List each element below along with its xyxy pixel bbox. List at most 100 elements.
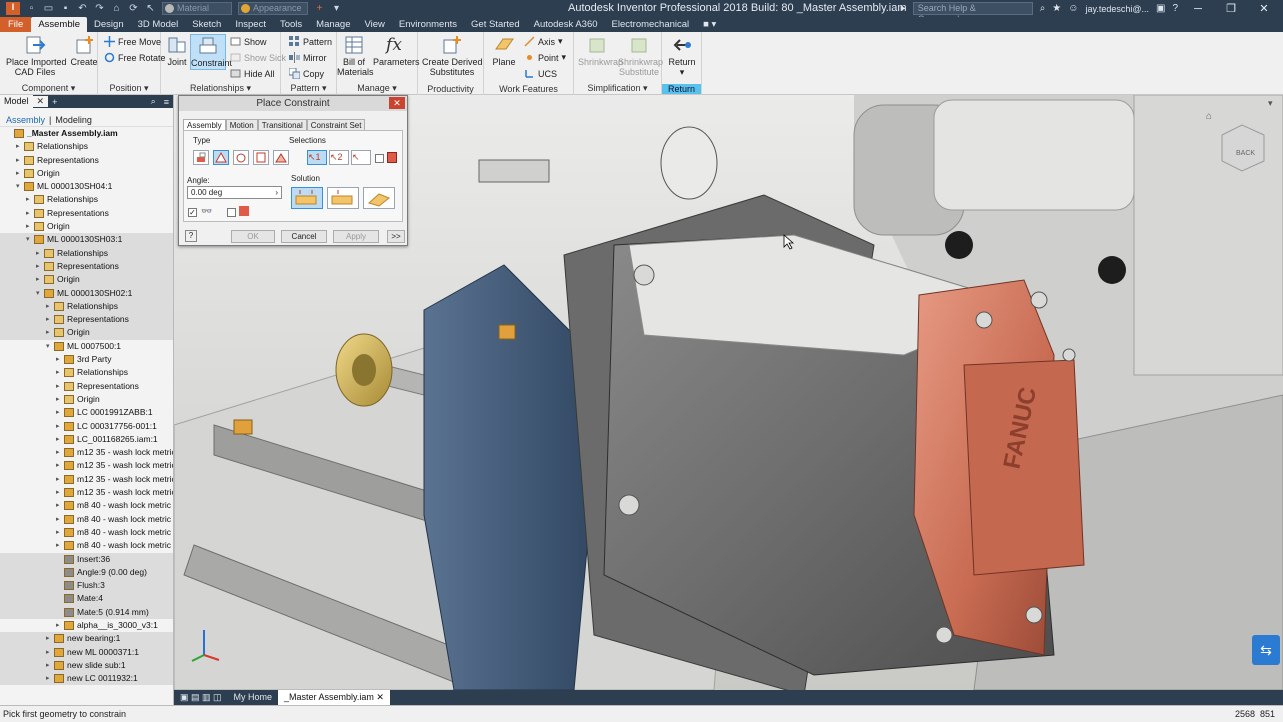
tab-tools[interactable]: Tools <box>273 17 309 32</box>
browser-node[interactable]: ▸ m12 35 - wash lock metric m1 <box>0 459 173 472</box>
bill-of-materials-button[interactable]: Bill of Materials <box>337 34 374 77</box>
expand-icon[interactable]: ▸ <box>56 539 63 552</box>
shrinkwrap-substitute-button[interactable]: Shrinkwrap Substitute <box>618 34 663 77</box>
expand-icon[interactable]: ▸ <box>46 632 53 645</box>
tab-electromechanical[interactable]: Electromechanical <box>605 17 697 32</box>
constraint-button[interactable]: Constraint <box>190 34 232 70</box>
free-move-button[interactable]: Free Move <box>104 36 161 47</box>
apply-button[interactable]: Apply <box>333 230 379 243</box>
browser-node[interactable]: Angle:9 (0.00 deg) <box>0 565 173 580</box>
cancel-button[interactable]: Cancel <box>281 230 327 243</box>
undo-icon[interactable]: ↶ <box>77 3 88 14</box>
preview-checkbox[interactable]: ✓ <box>188 208 197 217</box>
plane-button[interactable]: Plane <box>488 34 520 67</box>
expand-icon[interactable]: ▸ <box>56 459 63 472</box>
expand-icon[interactable]: ▸ <box>56 513 63 526</box>
predict-offset-checkbox[interactable] <box>227 208 236 217</box>
browser-subtab-assembly[interactable]: Assembly <box>6 115 45 125</box>
browser-tab-model[interactable]: Model <box>0 95 33 108</box>
tab-view[interactable]: View <box>358 17 392 32</box>
parameters-button[interactable]: fx Parameters <box>373 34 420 67</box>
expand-icon[interactable]: ▸ <box>36 260 43 273</box>
browser-node[interactable]: ▸ new bearing:1 <box>0 632 173 646</box>
solution-undirected-button[interactable] <box>327 187 359 209</box>
minimize-icon[interactable]: ─ <box>1185 3 1211 15</box>
solution-explicit-button[interactable] <box>363 187 395 209</box>
restore-icon[interactable]: ❐ <box>1218 2 1244 15</box>
collapse-icon[interactable]: ▾ <box>36 287 43 300</box>
dialog-close-icon[interactable]: ✕ <box>389 97 405 109</box>
nav-bar-button[interactable]: ⇆ <box>1252 635 1280 665</box>
user-icon[interactable]: ☺ <box>1068 3 1078 14</box>
expand-icon[interactable]: ▸ <box>56 380 63 393</box>
browser-node[interactable]: ▸ alpha__is_3000_v3:1 <box>0 619 173 632</box>
work-features-panel-label[interactable]: Work Features <box>484 84 573 94</box>
create-button[interactable]: Create <box>70 34 98 67</box>
browser-node[interactable]: ▸ Representations <box>0 313 173 327</box>
pick-part-first-checkbox[interactable] <box>375 154 384 163</box>
browser-node[interactable]: Flush:3 <box>0 579 173 593</box>
browser-node[interactable]: ▸ Representations <box>0 207 173 220</box>
tab-sketch[interactable]: Sketch <box>185 17 228 32</box>
browser-node[interactable]: ▸ Relationships <box>0 193 173 206</box>
browser-node[interactable]: ▸ m12 35 - wash lock metric m1 <box>0 446 173 459</box>
help-search-input[interactable]: Search Help & Commands... <box>912 2 1033 24</box>
browser-node[interactable]: ▸ new ML 0000371:1 <box>0 645 173 659</box>
expand-icon[interactable]: ▸ <box>56 393 63 406</box>
browser-node[interactable]: ▸ m12 35 - wash lock metric m1 <box>0 486 173 499</box>
expand-icon[interactable]: ▸ <box>56 619 63 632</box>
shrinkwrap-button[interactable]: Shrinkwrap <box>578 34 623 67</box>
browser-node[interactable]: ▸ m8 40 - wash lock metric m8 <box>0 526 173 539</box>
expand-icon[interactable]: ▸ <box>46 326 53 339</box>
doc-tab-master-assembly[interactable]: _Master Assembly.iam ✕ <box>278 690 390 705</box>
tab-get-started[interactable]: Get Started <box>464 17 527 32</box>
expand-icon[interactable]: ▸ <box>46 659 53 672</box>
browser-node[interactable]: ▸ Origin <box>0 220 173 233</box>
app-menu-icon[interactable]: I <box>6 2 20 15</box>
browser-search-icon[interactable]: ⌕ <box>147 96 160 107</box>
browser-node[interactable]: ▾ ML 0000130SH02:1 <box>0 286 173 300</box>
select-icon[interactable]: ↖ <box>145 3 156 14</box>
viewcube-home-icon[interactable]: ⌂ <box>1206 111 1212 122</box>
tab-environments[interactable]: Environments <box>392 17 464 32</box>
browser-node[interactable]: ▸ Origin <box>0 326 173 340</box>
browser-node[interactable]: ▸ Relationships <box>0 366 173 379</box>
mirror-button[interactable]: Mirror <box>289 52 327 63</box>
search-expand-icon[interactable]: ▸ <box>901 3 906 14</box>
expand-icon[interactable]: ▸ <box>26 193 33 206</box>
collapse-icon[interactable]: ▾ <box>46 340 53 353</box>
browser-node[interactable]: ▸ LC 0001991ZABB:1 <box>0 406 173 419</box>
tab-file[interactable]: File <box>0 17 32 32</box>
expand-icon[interactable]: ▸ <box>36 247 43 260</box>
create-derived-substitutes-button[interactable]: Create Derived Substitutes <box>422 34 483 77</box>
viewcube[interactable]: BACK <box>1221 124 1265 172</box>
browser-node[interactable]: ▸ Relationships <box>0 246 173 260</box>
expand-icon[interactable]: ▸ <box>26 220 33 233</box>
mate-type-button[interactable] <box>193 150 209 165</box>
expand-icon[interactable]: ▸ <box>56 499 63 512</box>
tile-windows-icon[interactable]: ▣ ▤ ▥ ◫ <box>174 690 228 705</box>
open-icon[interactable]: ▭ <box>43 3 54 14</box>
expand-icon[interactable]: ▸ <box>56 406 63 419</box>
new-icon[interactable]: ▫ <box>26 3 37 14</box>
browser-node[interactable]: Mate:5 (0.914 mm) <box>0 605 173 619</box>
tab-inspect[interactable]: Inspect <box>228 17 273 32</box>
browser-node[interactable]: Insert:36 <box>0 552 173 566</box>
expand-icon[interactable]: ▸ <box>56 353 63 366</box>
cart-icon[interactable]: ▣ <box>1156 3 1165 14</box>
help-icon[interactable]: ? <box>1172 3 1178 14</box>
expand-icon[interactable]: ▸ <box>56 366 63 379</box>
browser-node[interactable]: ▸ Origin <box>0 273 173 287</box>
axis-button[interactable]: Axis ▾ <box>524 36 563 47</box>
pattern-button[interactable]: Pattern <box>289 36 332 47</box>
symmetry-type-button[interactable] <box>273 150 289 165</box>
show-button[interactable]: Show <box>230 36 267 47</box>
expand-icon[interactable]: ▸ <box>56 486 63 499</box>
browser-node[interactable]: ▸ m8 40 - wash lock metric m8 <box>0 499 173 512</box>
update-icon[interactable]: ⟳ <box>128 3 139 14</box>
browser-node[interactable]: ▸ Relationships <box>0 299 173 314</box>
browser-node[interactable]: ▸ m8 40 - wash lock metric m8 <box>0 513 173 526</box>
browser-node[interactable]: ▸ Origin <box>0 393 173 406</box>
browser-node[interactable]: ▸ new LC 0011932:1 <box>0 672 173 686</box>
tab-manage[interactable]: Manage <box>309 17 357 32</box>
